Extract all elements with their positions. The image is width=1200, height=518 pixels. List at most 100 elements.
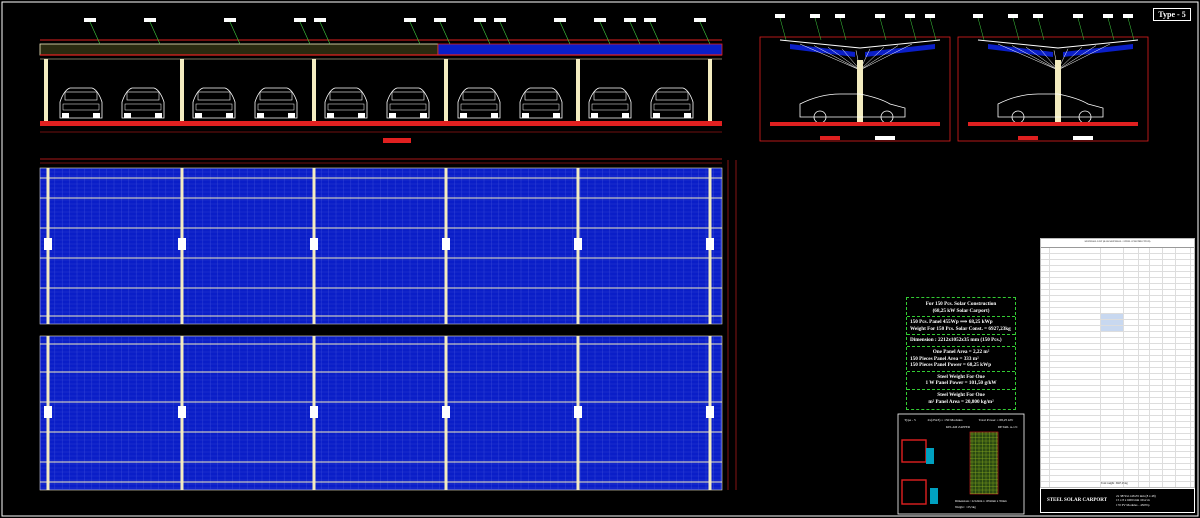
callout-tag bbox=[875, 14, 885, 18]
post-cap bbox=[44, 238, 52, 250]
leader-line bbox=[299, 21, 311, 45]
support-post bbox=[44, 59, 48, 121]
leader-line bbox=[699, 21, 711, 45]
roof-plan-view bbox=[39, 158, 737, 491]
notes-subheading: (68,25 kW Solar Carport) bbox=[932, 307, 990, 314]
leader-line bbox=[149, 21, 161, 45]
truss-member bbox=[827, 46, 861, 71]
section-tag bbox=[1018, 136, 1038, 140]
bill-of-materials-table: MATERIAL LIST (RAW MATERIAL / STEEL CONS… bbox=[1040, 238, 1195, 488]
post-cap bbox=[706, 238, 714, 250]
support-post bbox=[708, 59, 712, 121]
post-cap bbox=[706, 406, 714, 418]
detail-label-2: DETAIL A-1/C bbox=[998, 425, 1018, 429]
notes-power: 150 Pcs. Panel 455Wp ⟹ 68,25 kWp bbox=[910, 319, 993, 326]
leader-line bbox=[599, 21, 611, 45]
notes-steel-area-2: m² Panel Area = 20,800 kg/m² bbox=[928, 398, 994, 405]
leader-line bbox=[89, 21, 101, 45]
truss-member bbox=[859, 47, 885, 71]
callout-tag bbox=[1123, 14, 1133, 18]
notes-steel-area-1: Steel Weight For One bbox=[937, 391, 985, 398]
post-cap bbox=[178, 406, 186, 418]
truss-member bbox=[1025, 46, 1059, 71]
callout-tag bbox=[1103, 14, 1113, 18]
car-front-outline bbox=[192, 87, 236, 119]
truss-member bbox=[1057, 47, 1083, 71]
post-cap bbox=[44, 406, 52, 418]
panel-hatch-detail bbox=[969, 431, 999, 495]
car-front-outline bbox=[457, 87, 501, 119]
roof-strip-blue bbox=[437, 43, 723, 56]
column bbox=[857, 60, 863, 122]
support-post bbox=[180, 59, 184, 121]
notes-heading: For 150 Pcs. Solar Construction bbox=[925, 301, 997, 307]
post-cap bbox=[178, 238, 186, 250]
notes-area-total: 150 Pieces Panel Area = 333 m² bbox=[910, 355, 979, 362]
ground-slab bbox=[40, 121, 722, 126]
car-front-outline bbox=[254, 87, 298, 119]
callout-tag bbox=[1073, 14, 1083, 18]
callout-tag bbox=[1033, 14, 1043, 18]
support-post bbox=[312, 59, 316, 121]
detail-caption-1: Dimensions : 2212mm x 1052mm x 35mm bbox=[955, 499, 1007, 503]
notes-dimensions: Dimension : 2212x1052x35 mm (150 Pcs.) bbox=[910, 337, 1002, 344]
leader-line bbox=[229, 21, 241, 45]
bom-footer: Total weight : 6927,23 kg bbox=[1101, 481, 1128, 485]
profile-detail bbox=[901, 479, 927, 505]
leader-line bbox=[319, 21, 331, 45]
notes-power-total: 150 Pieces Panel Power = 68,25 kWp bbox=[910, 362, 992, 369]
car-front-outline bbox=[324, 87, 368, 119]
leader-line bbox=[499, 21, 511, 45]
car-side-outline bbox=[799, 93, 906, 118]
callout-tag bbox=[810, 14, 820, 18]
callout-tag bbox=[404, 18, 416, 22]
profile-detail bbox=[901, 439, 927, 463]
clamp-detail bbox=[926, 448, 934, 464]
section-tag bbox=[820, 136, 840, 140]
sheet-type-label: Type - 5 bbox=[1153, 8, 1191, 21]
callout-tag bbox=[314, 18, 326, 22]
panel-section bbox=[790, 44, 855, 57]
post-cap bbox=[442, 406, 450, 418]
truss-member bbox=[859, 43, 913, 71]
truss-member bbox=[799, 43, 861, 71]
post-cap bbox=[574, 406, 582, 418]
callout-tag bbox=[973, 14, 983, 18]
title-block: STEEL SOLAR CARPORT 2x 3872x1143x35 mm (… bbox=[1040, 488, 1195, 513]
column bbox=[1055, 60, 1061, 122]
callout-tag bbox=[554, 18, 566, 22]
callout-tag bbox=[494, 18, 506, 22]
leader-line bbox=[649, 21, 661, 45]
leader-line bbox=[559, 21, 571, 45]
detail-caption-2: Weight : ~25,5kg bbox=[955, 505, 976, 509]
strip-type: Type - 5 bbox=[904, 418, 916, 422]
strip-total-power: Total Power = 68,25 kW bbox=[978, 418, 1014, 422]
notes-steel-power-2: 1 W Panel Power = 101,50 g/kW bbox=[925, 380, 997, 387]
foundation bbox=[968, 122, 1138, 126]
callout-tag bbox=[594, 18, 606, 22]
leader-line bbox=[439, 21, 451, 45]
car-front-outline bbox=[386, 87, 430, 119]
callout-tag bbox=[84, 18, 96, 22]
support-post bbox=[576, 59, 580, 121]
callout-tag bbox=[644, 18, 656, 22]
plan-field-upper bbox=[39, 167, 723, 325]
truss-member bbox=[813, 45, 861, 71]
post-cap bbox=[310, 238, 318, 250]
callout-tag bbox=[434, 18, 446, 22]
calculation-notes: For 150 Pcs. Solar Construction (68,25 k… bbox=[906, 297, 1016, 410]
post-cap bbox=[574, 238, 582, 250]
section-tag bbox=[1073, 136, 1093, 140]
car-front-outline bbox=[588, 87, 632, 119]
truss-member bbox=[1057, 43, 1111, 71]
callout-tag bbox=[905, 14, 915, 18]
callout-tag bbox=[775, 14, 785, 18]
car-front-outline bbox=[519, 87, 563, 119]
side-section-views bbox=[759, 14, 1149, 142]
callout-tag bbox=[224, 18, 236, 22]
notes-steel-power-1: Steel Weight For One bbox=[937, 373, 985, 380]
leader-line bbox=[629, 21, 641, 45]
car-front-outline bbox=[121, 87, 165, 119]
callout-tag bbox=[144, 18, 156, 22]
leader-line bbox=[479, 21, 491, 45]
